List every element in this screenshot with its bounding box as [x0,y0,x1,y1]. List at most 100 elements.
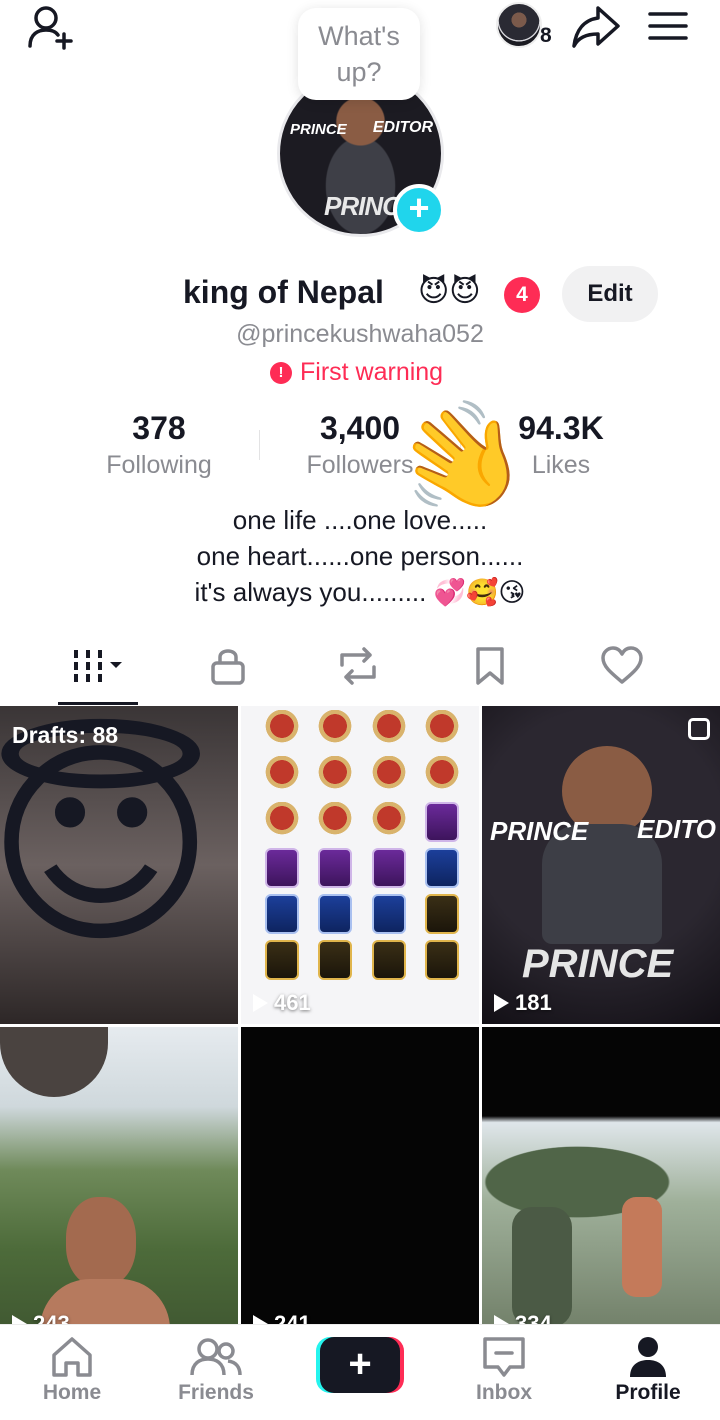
warning-text: First warning [300,358,444,386]
view-count: 461 [253,990,311,1016]
nav-friends-label: Friends [178,1381,254,1404]
rank-badge [425,710,460,750]
top-bar: What's up? 8 [0,0,720,100]
notification-badge[interactable]: 4 [504,277,540,313]
rank-badge [371,894,406,934]
inbox-icon [483,1337,525,1377]
rank-badge [371,848,406,888]
video-tile[interactable]: 243 [0,1027,238,1345]
view-count-value: 181 [515,990,552,1015]
thumbnail-heart-overlay [0,1027,108,1097]
nav-home-label: Home [42,1381,102,1404]
rank-badges [255,710,469,980]
create-button[interactable]: + [316,1337,404,1393]
tab-liked[interactable] [582,634,662,698]
rank-badge [318,848,353,888]
rank-badge [425,940,460,980]
share-icon[interactable] [570,4,622,48]
video-tile[interactable]: PRINCE EDITO PRINCE 181 [482,706,720,1024]
rank-badge [425,756,460,796]
status-bubble-line2: up? [336,57,382,87]
multi-photo-icon [688,718,710,740]
play-icon [494,994,509,1012]
friends-icon [190,1338,242,1376]
drafts-tile[interactable]: Drafts: 88 😇 [0,706,238,1024]
grid-icon [74,650,122,682]
profile-icon [630,1337,666,1377]
warning-icon: ! [270,361,292,384]
heart-icon [601,646,643,684]
bio-line-1: one life ....one love..... [232,505,488,535]
rank-badge [318,710,353,750]
tab-private[interactable] [188,634,268,698]
rank-badge [264,848,299,888]
tab-videos[interactable] [58,634,138,698]
add-user-icon[interactable] [26,4,78,50]
rank-badge [318,894,353,934]
view-count-value: 461 [274,990,311,1015]
status-bubble[interactable]: What's up? [298,8,420,100]
bookmark-icon [476,647,504,685]
menu-icon[interactable] [646,8,690,44]
profile-bio: one life ....one love..... one heart....… [0,502,720,610]
thumbnail-text-left: PRINCE [490,816,589,846]
nav-inbox[interactable]: Inbox [444,1335,564,1405]
video-tile[interactable]: 461 [241,706,479,1024]
create-plus-icon: + [320,1337,400,1393]
drafts-label: Drafts: 88 [12,722,119,748]
nav-inbox-label: Inbox [476,1381,532,1404]
thumbnail-text-right: EDITO [637,814,716,844]
rank-badge [264,940,299,980]
recent-visitors-avatar[interactable] [496,2,542,48]
nav-home[interactable]: Home [12,1335,132,1405]
display-name: king of Nepal [183,274,384,310]
play-icon [253,994,268,1012]
rank-badge [318,940,353,980]
video-tile[interactable]: 334 [482,1027,720,1345]
bio-line-2: one heart......one person...... [196,541,524,571]
view-count: 181 [494,990,552,1016]
rank-badge [371,802,406,842]
lock-icon [211,649,245,685]
nav-profile-label: Profile [615,1381,681,1404]
rank-badge [318,756,353,796]
rank-badge [264,756,299,796]
username-handle: @princekushwaha052 [236,320,484,348]
thumbnail-person [622,1197,662,1297]
rank-badge [264,894,299,934]
rank-badge [371,940,406,980]
active-tab-indicator [58,702,138,705]
recent-visitors-count: 8 [540,24,552,47]
rank-badge [264,710,299,750]
video-tile[interactable]: 241 [241,1027,479,1345]
thumbnail-person [512,1207,572,1327]
add-story-button[interactable]: + [393,184,445,236]
rank-badge [318,802,353,842]
display-name-emojis: 😈😈 [418,275,481,308]
tab-favorites[interactable] [450,634,530,698]
rank-badge [425,848,460,888]
rank-badge [371,756,406,796]
status-bubble-line1: What's [318,21,400,51]
profile-tabs [0,634,720,706]
nav-friends[interactable]: Friends [156,1335,276,1405]
rank-badge [425,802,460,842]
rank-badge [371,710,406,750]
rank-badge [425,894,460,934]
thumbnail-person [66,1197,136,1287]
angel-emoji-sticker: 😇 [0,723,216,969]
account-warning[interactable]: ! First warning [270,358,443,387]
bio-line-3: it's always you......... 💞🥰😘 [194,577,526,607]
bottom-navigation: Home Friends + Inbox Profile [0,1324,720,1420]
home-icon [52,1337,92,1377]
avatar-text-left: PRINCE [290,121,347,138]
avatar-text-right: EDITOR [372,119,433,136]
rank-badge [264,802,299,842]
stat-following[interactable]: 378 Following [59,410,259,480]
following-label: Following [106,451,212,479]
edit-profile-button[interactable]: Edit [562,266,658,322]
nav-profile[interactable]: Profile [588,1335,708,1405]
repost-icon [340,647,376,685]
tab-reposts[interactable] [318,634,398,698]
thumbnail-text-bottom: PRINCE [522,942,674,986]
